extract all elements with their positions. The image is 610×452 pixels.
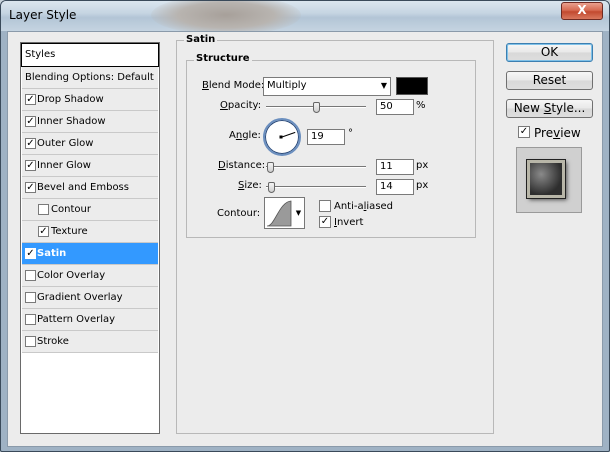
opacity-label: Opacity: [220, 100, 262, 111]
styles-item-label: Drop Shadow [37, 94, 104, 105]
check-icon: ✓ [39, 226, 48, 237]
styles-item-texture[interactable]: ✓ Texture [22, 221, 158, 243]
styles-item-label: Texture [51, 226, 88, 237]
check-icon: ✓ [26, 160, 35, 171]
angle-label: Angle: [229, 130, 261, 141]
distance-slider-thumb[interactable] [267, 162, 274, 173]
styles-item-checkbox[interactable]: ✓ [25, 248, 36, 259]
distance-label: Distance: [218, 160, 266, 171]
styles-item-stroke[interactable]: Stroke [22, 331, 158, 353]
blend-mode-select[interactable]: Multiply ▼ [263, 77, 391, 96]
window-title: Layer Style [9, 8, 77, 22]
styles-item-label: Contour [51, 204, 91, 215]
layer-style-window: Layer Style X Styles Blending Options: De… [0, 0, 610, 452]
check-icon: ✓ [26, 116, 35, 127]
distance-input[interactable]: 11 [376, 159, 414, 175]
chevron-down-icon: ▼ [295, 209, 302, 217]
ok-button[interactable]: OK [506, 43, 593, 62]
styles-item-pattern-overlay[interactable]: Pattern Overlay [22, 309, 158, 331]
angle-dial[interactable] [263, 118, 301, 156]
styles-list: Styles Blending Options: Default ✓ Drop Sha… [20, 42, 160, 434]
styles-item-label: Gradient Overlay [37, 292, 123, 303]
styles-item-checkbox[interactable]: ✓ [25, 182, 36, 193]
new-style-button[interactable]: New Style... [506, 99, 593, 118]
opacity-slider[interactable] [266, 102, 366, 113]
styles-item-checkbox[interactable]: ✓ [25, 116, 36, 127]
styles-item-label: Pattern Overlay [37, 314, 116, 325]
styles-item-satin[interactable]: ✓ Satin [22, 243, 158, 265]
check-icon: ✓ [26, 138, 35, 149]
contour-label: Contour: [217, 208, 261, 219]
styles-item-inner-shadow[interactable]: ✓ Inner Shadow [22, 111, 158, 133]
reset-button[interactable]: Reset [506, 71, 593, 90]
anti-aliased-label: Anti-aliased [334, 201, 394, 212]
preview-checkbox[interactable]: ✓ [518, 126, 530, 138]
styles-item-gradient-overlay[interactable]: Gradient Overlay [22, 287, 158, 309]
size-slider[interactable] [266, 182, 366, 193]
structure-title: Structure [194, 53, 252, 64]
styles-item-checkbox[interactable]: ✓ [38, 226, 49, 237]
check-icon: ✓ [320, 216, 330, 227]
satin-group-title: Satin [184, 34, 218, 45]
styles-item-outer-glow[interactable]: ✓ Outer Glow [22, 133, 158, 155]
check-icon: ✓ [519, 126, 529, 137]
styles-item-label: Blending Options: Default [25, 72, 154, 83]
preview-label: Preview [534, 126, 581, 140]
style-preview [516, 147, 582, 213]
title-bar[interactable]: Layer Style X [1, 1, 609, 35]
styles-item-label: Inner Glow [37, 160, 91, 171]
styles-item-label: Outer Glow [37, 138, 94, 149]
check-icon: ✓ [26, 182, 35, 193]
dialog-body: Styles Blending Options: Default ✓ Drop Sha… [7, 31, 603, 447]
anti-aliased-checkbox[interactable] [319, 200, 331, 212]
check-icon: ✓ [26, 248, 35, 259]
size-unit: px [416, 180, 429, 191]
styles-item-checkbox[interactable] [38, 204, 49, 215]
style-preview-thumbnail [527, 160, 565, 198]
blend-mode-value: Multiply [267, 80, 307, 91]
angle-dial-needle [279, 131, 296, 139]
styles-item-label: Stroke [37, 336, 69, 347]
angle-unit: ° [348, 128, 353, 139]
styles-header[interactable]: Styles [21, 43, 159, 67]
check-icon: ✓ [26, 94, 35, 105]
styles-item-color-overlay[interactable]: Color Overlay [22, 265, 158, 287]
invert-label: Invert [334, 217, 364, 228]
distance-unit: px [416, 160, 429, 171]
styles-item-checkbox[interactable] [25, 314, 36, 325]
styles-item-drop-shadow[interactable]: ✓ Drop Shadow [22, 89, 158, 111]
distance-slider[interactable] [266, 162, 366, 173]
styles-item-checkbox[interactable]: ✓ [25, 138, 36, 149]
styles-item-label: Bevel and Emboss [37, 182, 129, 193]
styles-item-label: Inner Shadow [37, 116, 106, 127]
size-input[interactable]: 14 [376, 179, 414, 195]
styles-item-label: Satin [37, 248, 67, 259]
styles-item-checkbox[interactable]: ✓ [25, 160, 36, 171]
styles-item-bevel-and-emboss[interactable]: ✓ Bevel and Emboss [22, 177, 158, 199]
styles-item-blending-options-default[interactable]: Blending Options: Default [22, 67, 158, 89]
size-slider-thumb[interactable] [268, 182, 275, 193]
styles-item-checkbox[interactable] [25, 270, 36, 281]
contour-dropdown[interactable]: ▼ [293, 197, 305, 229]
styles-item-checkbox[interactable] [25, 336, 36, 347]
size-label: Size: [238, 180, 262, 191]
opacity-slider-thumb[interactable] [313, 102, 320, 113]
styles-item-label: Color Overlay [37, 270, 106, 281]
styles-item-checkbox[interactable]: ✓ [25, 94, 36, 105]
close-button[interactable]: X [561, 2, 603, 20]
opacity-unit: % [416, 100, 426, 111]
satin-color-swatch[interactable] [396, 77, 428, 95]
title-bar-blur [151, 1, 301, 35]
styles-item-inner-glow[interactable]: ✓ Inner Glow [22, 155, 158, 177]
styles-item-checkbox[interactable] [25, 292, 36, 303]
chevron-down-icon: ▼ [380, 81, 387, 90]
contour-curve-icon [266, 200, 292, 227]
close-icon: X [577, 3, 587, 17]
blend-mode-label: Blend Mode: [202, 80, 265, 91]
styles-item-contour[interactable]: Contour [22, 199, 158, 221]
opacity-input[interactable]: 50 [376, 99, 414, 115]
angle-input[interactable]: 19 [307, 129, 345, 145]
invert-checkbox[interactable]: ✓ [319, 216, 331, 228]
